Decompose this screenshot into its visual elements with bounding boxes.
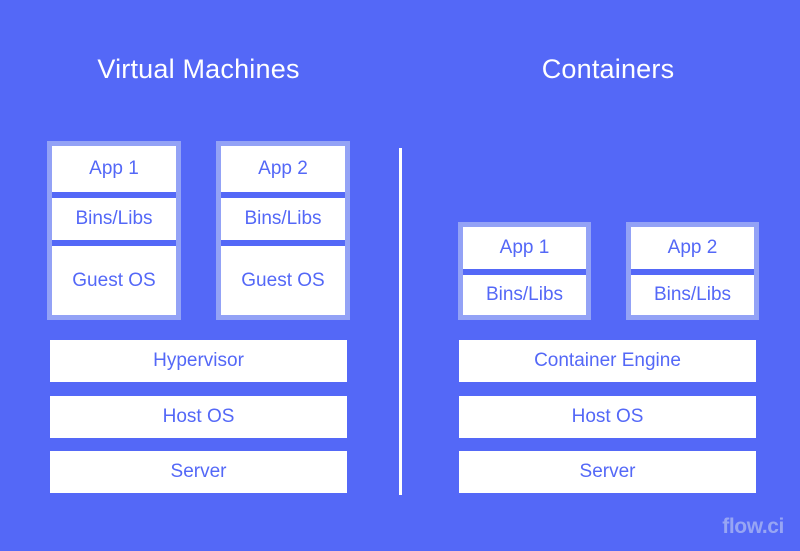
left-base-layer-hypervisor: Hypervisor <box>50 340 347 382</box>
vm-unit-2: App 2 Bins/Libs Guest OS <box>216 141 350 320</box>
vm-1-guest-os-layer: Guest OS <box>52 246 176 315</box>
left-base-layer-server: Server <box>50 451 347 493</box>
vm-2-guest-os-layer: Guest OS <box>221 246 345 315</box>
column-divider-line <box>399 148 402 495</box>
container-2-app-layer: App 2 <box>631 227 754 269</box>
virtual-machines-column-title: Virtual Machines <box>97 54 300 84</box>
vm-2-bins-libs-layer: Bins/Libs <box>221 198 345 240</box>
flowci-logo-wordmark: flow.ci <box>722 515 784 538</box>
vm-2-app-layer: App 2 <box>221 146 345 192</box>
vm-unit-1: App 1 Bins/Libs Guest OS <box>47 141 181 320</box>
container-1-bins-libs-layer: Bins/Libs <box>463 275 586 315</box>
container-1-app-layer: App 1 <box>463 227 586 269</box>
right-base-layer-server: Server <box>459 451 756 493</box>
containers-column-title: Containers <box>541 54 675 84</box>
right-base-layer-host-os: Host OS <box>459 396 756 438</box>
container-unit-1: App 1 Bins/Libs <box>458 222 591 320</box>
container-unit-2: App 2 Bins/Libs <box>626 222 759 320</box>
diagram-canvas: Virtual Machines Containers App 1 Bins/L… <box>0 0 800 551</box>
vm-1-bins-libs-layer: Bins/Libs <box>52 198 176 240</box>
container-2-bins-libs-layer: Bins/Libs <box>631 275 754 315</box>
left-base-layer-host-os: Host OS <box>50 396 347 438</box>
vm-1-app-layer: App 1 <box>52 146 176 192</box>
right-base-layer-container-engine: Container Engine <box>459 340 756 382</box>
